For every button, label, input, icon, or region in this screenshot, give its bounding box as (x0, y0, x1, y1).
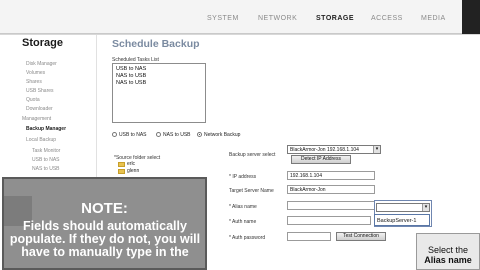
sidebar-item-volumes[interactable]: Volumes (26, 70, 45, 76)
note-body: Fields should automatically populate. If… (9, 219, 201, 259)
backup-server-select[interactable]: BlackArmor-Jon 192.168.1.104 ▾ (287, 145, 381, 154)
note-heading: NOTE: (81, 200, 128, 217)
list-item[interactable]: USB to NAS (116, 66, 202, 73)
sidebar-item-usb-to-nas[interactable]: USB to NAS (32, 157, 60, 163)
sidebar-item-local-backup[interactable]: Local Backup (26, 137, 56, 143)
folder-label-erlc[interactable]: erlc (127, 161, 135, 167)
nav-system[interactable]: SYSTEM (207, 15, 239, 22)
alias-callout-text: Select the Alias name (418, 245, 478, 265)
sidebar-item-disk-manager[interactable]: Disk Manager (26, 61, 57, 67)
ip-address-field[interactable]: 192.168.1.104 (287, 171, 375, 180)
target-server-field[interactable]: BlackArmor-Jon (287, 185, 375, 194)
sidebar-item-management[interactable]: Management (22, 116, 51, 122)
auth-name-field[interactable] (287, 216, 371, 225)
chevron-down-icon[interactable]: ▾ (373, 146, 380, 153)
folder-icon (118, 162, 125, 167)
folder-label-glenn[interactable]: glenn (127, 168, 139, 174)
top-navigation-bar: SYSTEM NETWORK STORAGE ACCESS MEDIA (0, 0, 480, 34)
dropdown-option[interactable]: BackupServer-1 (377, 218, 416, 224)
sidebar-title: Storage (22, 37, 63, 49)
radio-nas-to-usb[interactable] (156, 132, 161, 137)
nav-media[interactable]: MEDIA (421, 15, 446, 22)
alias-dropdown[interactable]: ▾ (376, 203, 430, 212)
radio-network-backup[interactable] (197, 132, 202, 137)
test-connection-button[interactable]: Test Connection (336, 232, 386, 241)
sidebar-item-shares[interactable]: Shares (26, 79, 42, 85)
alias-callout-line2: Alias name (424, 255, 472, 265)
sidebar-item-downloader[interactable]: Downloader (26, 106, 53, 112)
alias-callout-line1: Select the (427, 245, 469, 255)
window-edge (462, 0, 480, 35)
auth-password-field[interactable] (287, 232, 331, 241)
nav-network[interactable]: NETWORK (258, 15, 297, 22)
auth-password-label: * Auth password (229, 235, 266, 241)
target-server-label: Target Server Name (229, 188, 274, 194)
backup-server-value: BlackArmor-Jon 192.168.1.104 (290, 147, 359, 153)
detect-ip-button[interactable]: Detect IP Address (291, 155, 351, 164)
sidebar-item-nas-to-usb[interactable]: NAS to USB (32, 166, 60, 172)
alias-name-label: * Alias name (229, 204, 257, 210)
sidebar-item-quota[interactable]: Quota (26, 97, 40, 103)
radio-label-nas-to-usb: NAS to USB (163, 132, 191, 138)
sidebar-item-task-monitor[interactable]: Task Monitor (32, 148, 60, 154)
page-title: Schedule Backup (112, 38, 200, 50)
alias-name-field[interactable] (287, 201, 375, 210)
chevron-down-icon[interactable]: ▾ (422, 204, 429, 211)
folder-icon (118, 169, 125, 174)
list-item[interactable]: NAS to USB (116, 73, 202, 80)
sidebar-item-usb-shares[interactable]: USB Shares (26, 88, 54, 94)
radio-label-network-backup: Network Backup (204, 132, 241, 138)
app-window: SYSTEM NETWORK STORAGE ACCESS MEDIA Stor… (0, 0, 480, 270)
radio-label-usb-to-nas: USB to NAS (119, 132, 147, 138)
list-item[interactable]: NAS to USB (116, 80, 202, 87)
nav-storage[interactable]: STORAGE (316, 15, 354, 22)
nav-access[interactable]: ACCESS (371, 15, 403, 22)
sidebar-item-backup-manager[interactable]: Backup Manager (26, 126, 66, 132)
scheduled-tasks-list[interactable]: USB to NAS NAS to USB NAS to USB (112, 63, 206, 123)
source-folder-label: *Source folder select (114, 155, 161, 161)
auth-name-label: * Auth name (229, 219, 257, 225)
radio-usb-to-nas[interactable] (112, 132, 117, 137)
alias-dropdown-menu[interactable]: BackupServer-1 (374, 214, 430, 226)
backup-server-label: Backup server select (229, 152, 276, 158)
ip-address-label: * IP address (229, 174, 257, 180)
